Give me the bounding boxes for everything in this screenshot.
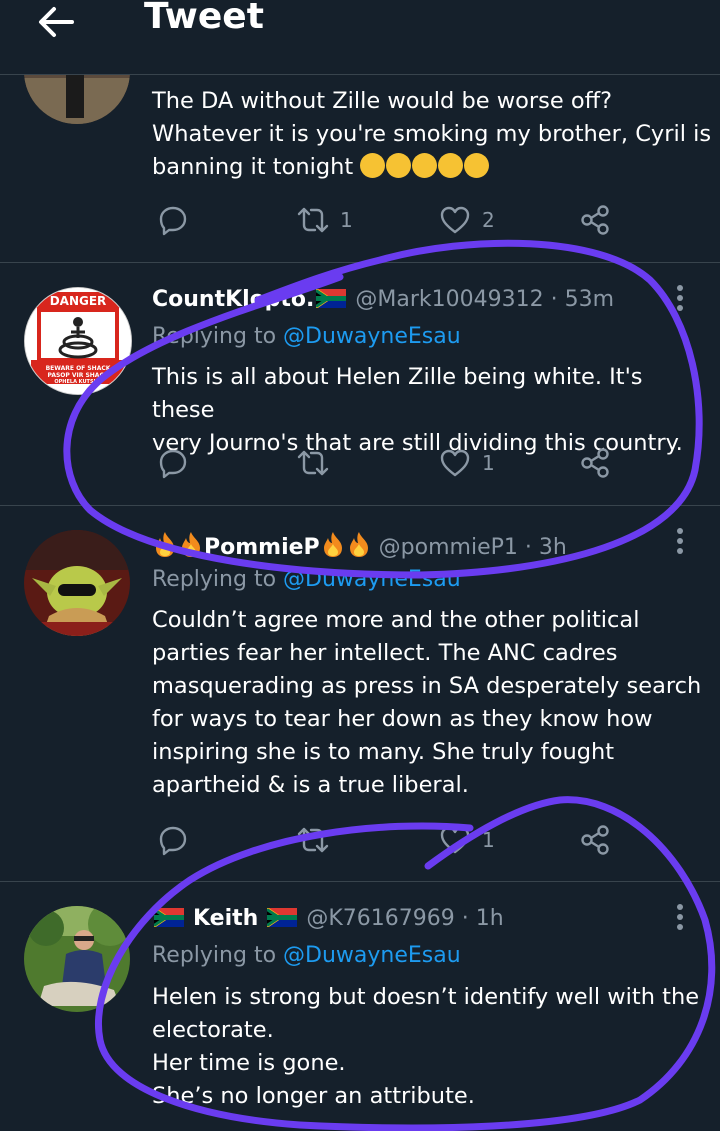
tweet-header: PommieP @pommieP1 · 3h [152, 530, 567, 560]
more-icon[interactable] [668, 524, 692, 558]
top-bar: Tweet [0, 0, 720, 75]
svg-text:BEWARE OF SHACK: BEWARE OF SHACK [46, 365, 111, 372]
replying-to: Replying to @DuwayneEsau [152, 567, 461, 592]
share-button[interactable] [578, 200, 612, 240]
reply-button[interactable] [156, 820, 190, 860]
retweet-icon [297, 450, 329, 476]
fire-emoji [349, 532, 368, 557]
action-bar: 1 [152, 820, 632, 860]
display-name[interactable]: Keith [193, 906, 258, 931]
handle[interactable]: @Mark10049312 [355, 287, 543, 312]
like-button[interactable]: 2 [438, 200, 495, 240]
tweet-header: Keith @K76167969 · 1h [152, 906, 504, 931]
avatar-danger-text: DANGER [50, 294, 107, 308]
timestamp[interactable]: · 3h [525, 535, 567, 560]
replying-to: Replying to @DuwayneEsau [152, 943, 461, 968]
tweet-0[interactable]: The DA without Zille would be worse off?… [0, 18, 720, 263]
reply-button[interactable] [156, 200, 190, 240]
like-icon [440, 826, 470, 854]
reply-button[interactable] [156, 443, 190, 483]
rofl-emoji [360, 153, 490, 180]
tweet-text: The DA without Zille would be worse off?… [152, 88, 712, 180]
reply-icon [159, 449, 187, 479]
fire-emoji [182, 532, 200, 557]
like-count: 1 [482, 828, 495, 852]
page-title: Tweet [144, 0, 264, 37]
retweet-button[interactable] [296, 443, 330, 483]
avatar[interactable] [24, 530, 130, 636]
share-icon [581, 205, 609, 235]
mention-link[interactable]: @DuwayneEsau [283, 324, 461, 349]
more-icon[interactable] [668, 900, 692, 934]
share-icon [581, 825, 609, 855]
tweet-2[interactable]: PommieP @pommieP1 · 3h Replying to @Duwa… [0, 506, 720, 882]
tweet-1[interactable]: DANGER BEWARE OF SHACK PASOP VIR SHACK O… [0, 263, 720, 506]
mention-link[interactable]: @DuwayneEsau [283, 943, 461, 968]
svg-text:PASOP VIR SHACK: PASOP VIR SHACK [47, 372, 108, 379]
like-icon [440, 449, 470, 477]
replying-to: Replying to @DuwayneEsau [152, 324, 461, 349]
avatar[interactable]: DANGER BEWARE OF SHACK PASOP VIR SHACK O… [24, 287, 132, 395]
like-count: 2 [482, 208, 495, 232]
reply-icon [159, 206, 187, 236]
south-africa-flag-icon [267, 908, 298, 927]
more-icon[interactable] [668, 281, 692, 315]
fire-emoji [156, 532, 174, 557]
like-icon [440, 206, 470, 234]
retweet-icon [297, 827, 329, 853]
like-button[interactable]: 1 [438, 820, 495, 860]
mention-link[interactable]: @DuwayneEsau [283, 567, 461, 592]
display-name[interactable]: PommieP [204, 535, 320, 560]
action-bar: 1 [152, 443, 632, 483]
like-count: 1 [482, 451, 495, 475]
share-icon [581, 448, 609, 478]
back-arrow-icon[interactable] [34, 4, 78, 40]
timestamp[interactable]: · 53m [551, 287, 614, 312]
handle[interactable]: @pommieP1 [379, 535, 518, 560]
reply-icon [159, 826, 187, 856]
share-button[interactable] [578, 820, 612, 860]
retweet-icon [297, 207, 329, 233]
avatar[interactable] [24, 906, 130, 1012]
display-name[interactable]: CountKlepto. [152, 287, 314, 312]
tweet-header: CountKlepto. @Mark10049312 · 53m [152, 287, 614, 312]
fire-emoji [323, 532, 342, 557]
south-africa-flag-icon [316, 289, 347, 308]
action-bar: 1 2 [152, 200, 632, 240]
south-africa-flag-icon [154, 908, 184, 927]
share-button[interactable] [578, 443, 612, 483]
svg-text:OPHELA KUTSHA: OPHELA KUTSHA [54, 379, 101, 385]
timestamp[interactable]: · 1h [462, 906, 504, 931]
like-button[interactable]: 1 [438, 443, 495, 483]
tweet-text: Helen is strong but doesn’t identify wel… [152, 984, 700, 1109]
handle[interactable]: @K76167969 [306, 906, 454, 931]
tweet-3[interactable]: Keith @K76167969 · 1h Replying to @Duway… [0, 882, 720, 1131]
retweet-button[interactable] [296, 820, 330, 860]
retweet-count: 1 [340, 208, 353, 232]
tweet-text: Couldn’t agree more and the other politi… [152, 607, 702, 798]
retweet-button[interactable]: 1 [296, 200, 353, 240]
